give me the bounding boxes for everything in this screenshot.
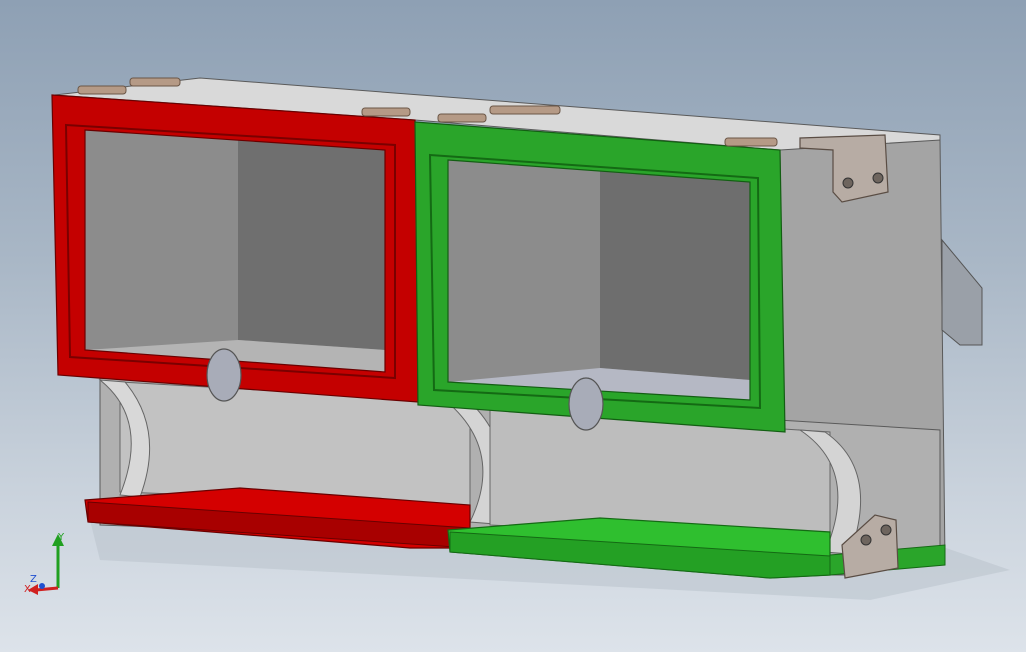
hinge-icon bbox=[437, 113, 487, 123]
hinge-icon bbox=[361, 107, 411, 117]
side-mount-bracket bbox=[941, 238, 983, 346]
bolt-icon bbox=[880, 524, 892, 536]
hinge-icon bbox=[724, 137, 778, 147]
left-bay-interior-back bbox=[238, 140, 385, 350]
axis-triad[interactable]: Y Z X bbox=[18, 528, 78, 598]
bolt-icon bbox=[860, 534, 872, 546]
hinge-icon bbox=[77, 85, 127, 95]
hinge-icon bbox=[129, 77, 181, 87]
bolt-icon bbox=[842, 177, 854, 189]
x-axis-label: X bbox=[24, 584, 31, 595]
bolt-icon bbox=[872, 172, 884, 184]
left-door-knob[interactable] bbox=[206, 348, 242, 402]
cabinet-3d-model[interactable] bbox=[0, 0, 1026, 652]
z-axis-point-icon bbox=[39, 583, 45, 589]
x-axis-line bbox=[35, 586, 59, 592]
hinge-icon bbox=[489, 105, 561, 115]
right-door-knob[interactable] bbox=[568, 377, 604, 431]
z-axis-label: Z bbox=[30, 574, 37, 585]
cad-viewport[interactable]: Y Z X bbox=[0, 0, 1026, 652]
y-axis-label: Y bbox=[57, 532, 65, 543]
right-bay-interior-back bbox=[600, 170, 750, 380]
